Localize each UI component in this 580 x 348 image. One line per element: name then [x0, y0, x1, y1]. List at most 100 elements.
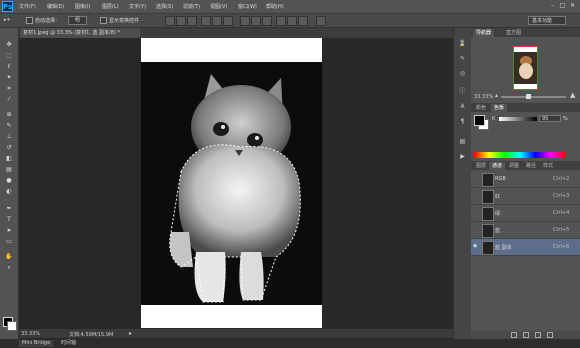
channel-row-rgb[interactable]: RGB Ctrl+2 — [471, 171, 580, 188]
channel-row-red[interactable]: 红 Ctrl+3 — [471, 188, 580, 205]
healing-icon[interactable]: ⊕ — [4, 110, 14, 119]
menu-edit[interactable]: 编辑(E) — [47, 3, 64, 10]
eyedropper-icon[interactable]: ⁄ — [4, 95, 14, 104]
align-hcenter-icon[interactable] — [212, 16, 222, 26]
gradient-icon[interactable]: ▤ — [4, 165, 14, 174]
channel-shortcut: Ctrl+6 — [553, 244, 570, 250]
close-button[interactable]: ✕ — [568, 2, 577, 10]
auto-select-dropdown[interactable]: 组 — [68, 16, 88, 25]
info-panel-icon[interactable]: ⓘ — [458, 88, 467, 96]
navigator-zoom-slider[interactable] — [501, 96, 566, 98]
menu-select[interactable]: 选择(S) — [156, 3, 173, 10]
align-left-icon[interactable] — [201, 16, 211, 26]
auto-align-icon[interactable] — [316, 16, 326, 26]
tab-histogram[interactable]: 直方图 — [503, 29, 524, 37]
channel-row-blue-copy[interactable]: ◉ 蓝 副本 Ctrl+6 — [471, 239, 580, 256]
zoom-icon[interactable]: ⌕ — [4, 263, 14, 272]
kitten-image[interactable] — [141, 62, 322, 305]
distribute-left-icon[interactable] — [276, 16, 286, 26]
paragraph-panel-icon[interactable]: ¶ — [458, 118, 467, 126]
history-brush-icon[interactable]: ↺ — [4, 143, 14, 152]
brush-icon[interactable]: ✎ — [4, 121, 14, 130]
tab-channels[interactable]: 通道 — [489, 162, 506, 170]
menu-view[interactable]: 视图(V) — [210, 3, 227, 10]
k-value-input[interactable]: 95 — [539, 115, 561, 122]
new-channel-icon[interactable] — [535, 332, 541, 338]
visibility-eye-icon[interactable] — [473, 193, 478, 198]
menu-window[interactable]: 窗口(W) — [238, 3, 257, 10]
pen-icon[interactable]: ✒ — [4, 204, 14, 213]
visibility-eye-icon[interactable] — [473, 176, 478, 181]
crop-icon[interactable]: ⌗ — [4, 84, 14, 93]
tab-swatches[interactable]: 色板 — [491, 104, 508, 112]
save-selection-icon[interactable] — [523, 332, 529, 338]
actions-panel-icon[interactable]: ▶ — [458, 153, 467, 161]
zoom-out-icon[interactable]: ▴ — [495, 92, 498, 99]
eraser-icon[interactable]: ◧ — [4, 154, 14, 163]
k-channel-slider[interactable] — [499, 117, 537, 121]
tab-layers[interactable]: 图层 — [473, 162, 489, 170]
visibility-eye-icon[interactable]: ◉ — [473, 244, 478, 249]
clone-source-icon[interactable]: ◎ — [458, 70, 467, 78]
menu-image[interactable]: 图像(I) — [75, 3, 90, 10]
lasso-icon[interactable]: ℓ — [4, 62, 14, 71]
menu-help[interactable]: 帮助(H) — [266, 3, 284, 10]
load-selection-icon[interactable] — [511, 332, 517, 338]
maximize-button[interactable]: □ — [558, 2, 567, 10]
status-arrow-icon[interactable]: ▸ — [129, 330, 132, 337]
type-icon[interactable]: T — [4, 215, 14, 224]
menu-layer[interactable]: 图层(L) — [102, 3, 119, 10]
channel-row-green[interactable]: 绿 Ctrl+4 — [471, 205, 580, 222]
path-select-icon[interactable]: ➤ — [4, 226, 14, 235]
distribute-vcenter-icon[interactable] — [251, 16, 261, 26]
history-panel-icon[interactable]: ⌛ — [458, 40, 467, 48]
navigator-thumbnail[interactable] — [513, 46, 538, 90]
visibility-eye-icon[interactable] — [473, 210, 478, 215]
minimize-button[interactable]: – — [548, 2, 557, 10]
background-color-swatch[interactable] — [7, 321, 17, 331]
show-transform-checkbox[interactable] — [100, 17, 107, 24]
menu-filter[interactable]: 滤镜(T) — [183, 3, 200, 10]
character-panel-icon[interactable]: A — [458, 103, 467, 111]
move-tool-preset-icon[interactable]: ▸+ — [4, 17, 11, 23]
document-tab[interactable]: 复材1.jpeg @ 33.3% (复材1, 蓝 副本/8) * — [20, 28, 140, 38]
properties-panel-icon[interactable]: ▤ — [458, 138, 467, 146]
stamp-icon[interactable]: ⊥ — [4, 132, 14, 141]
tab-paths[interactable]: 路径 — [523, 162, 539, 170]
tab-navigator[interactable]: 导航器 — [473, 29, 495, 37]
delete-channel-icon[interactable] — [547, 332, 553, 338]
distribute-hcenter-icon[interactable] — [287, 16, 297, 26]
distribute-right-icon[interactable] — [298, 16, 308, 26]
hand-icon[interactable]: ✋ — [4, 252, 14, 261]
align-right-icon[interactable] — [223, 16, 233, 26]
magic-wand-icon[interactable]: ✦ — [4, 73, 14, 82]
visibility-eye-icon[interactable] — [473, 227, 478, 232]
zoom-level[interactable]: 33.33% — [21, 331, 40, 337]
align-top-icon[interactable] — [165, 16, 175, 26]
tab-styles[interactable]: 样式 — [540, 162, 556, 170]
brush-panel-icon[interactable]: ✎ — [458, 55, 467, 63]
color-foreground-swatch[interactable] — [474, 115, 485, 126]
distribute-bottom-icon[interactable] — [262, 16, 272, 26]
workspace-dropdown[interactable]: 基本功能 — [528, 16, 566, 25]
blur-icon[interactable]: ● — [4, 176, 14, 185]
shape-icon[interactable]: ▭ — [4, 237, 14, 246]
marquee-icon[interactable]: ⬚ — [4, 51, 14, 60]
menu-file[interactable]: 文件(F) — [19, 3, 36, 10]
color-spectrum-bar[interactable] — [474, 152, 566, 158]
tab-adjustments[interactable]: 调整 — [506, 162, 522, 170]
zoom-slider-handle[interactable] — [526, 94, 531, 99]
menu-type[interactable]: 文字(Y) — [129, 3, 146, 10]
tab-mini-bridge[interactable]: Mini Bridge — [19, 340, 54, 347]
tab-color[interactable]: 颜色 — [473, 104, 489, 112]
align-vcenter-icon[interactable] — [176, 16, 186, 26]
dodge-icon[interactable]: ◐ — [4, 187, 14, 196]
move-icon[interactable]: ✥ — [4, 40, 14, 49]
channel-row-blue[interactable]: 蓝 Ctrl+5 — [471, 222, 580, 239]
auto-select-checkbox[interactable] — [26, 17, 33, 24]
tab-timeline[interactable]: 时间轴 — [58, 340, 79, 347]
navigator-zoom[interactable]: 33.33% — [474, 94, 493, 100]
distribute-top-icon[interactable] — [240, 16, 250, 26]
zoom-in-icon[interactable]: ▲ — [570, 91, 575, 99]
align-bottom-icon[interactable] — [187, 16, 197, 26]
